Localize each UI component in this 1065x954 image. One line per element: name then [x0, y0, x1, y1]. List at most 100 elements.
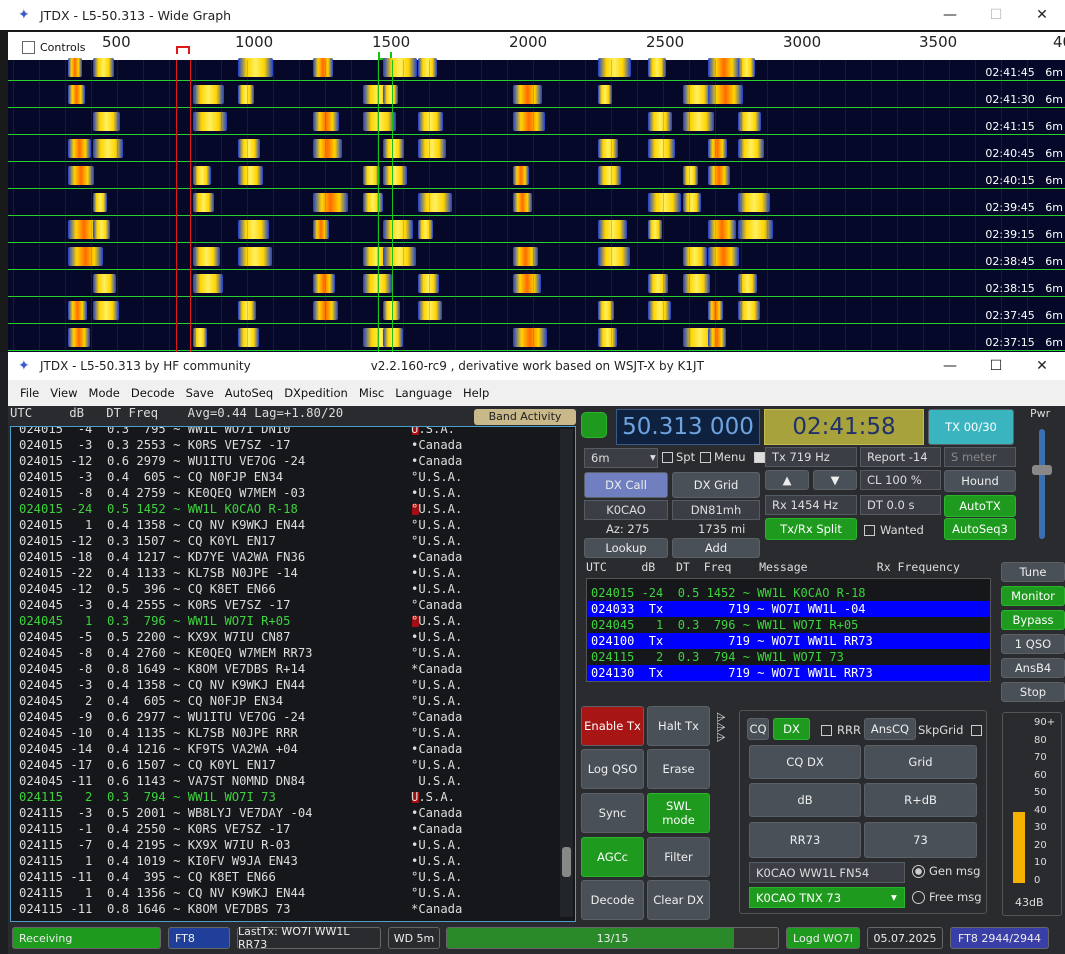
free-message-select[interactable]: K0CAO TNX 73: [749, 887, 905, 908]
controls-checkbox[interactable]: Controls: [22, 41, 86, 54]
menu-mode[interactable]: Mode: [89, 386, 120, 400]
band-activity-button[interactable]: Band Activity: [474, 409, 576, 425]
decode-row[interactable]: 024115 1 0.4 1019 ~ KI0FV W9JA EN43 •U.S.…: [11, 853, 575, 869]
bypass-button[interactable]: Bypass: [1001, 610, 1065, 630]
decode-row[interactable]: 024045 -12 0.5 396 ~ CQ K8ET EN66 •U.S.A.: [11, 581, 575, 597]
decode-row[interactable]: 024115 -7 0.4 2195 ~ KX9X W7IU R-03 •U.S.…: [11, 837, 575, 853]
clear-dx-button[interactable]: Clear DX: [647, 880, 710, 920]
grid-button[interactable]: Grid: [864, 745, 977, 779]
stop-button[interactable]: Stop: [1001, 682, 1065, 702]
decode-row[interactable]: 024015 -12 0.6 2979 ~ WU1ITU VE7OG -24 •C…: [11, 453, 575, 469]
tx-message-row[interactable]: 024100 Tx 719 ~ WO7I WW1L RR73: [587, 633, 990, 649]
decode-row[interactable]: 024015 -4 0.3 795 ~ WW1L WO7I DN10 U.S.A.: [11, 427, 575, 437]
maximize-icon[interactable]: ☐: [973, 7, 1019, 23]
power-slider-handle[interactable]: [1032, 465, 1052, 475]
decode-row[interactable]: 024115 -11 0.8 1646 ~ K8OM VE7DBS 73 *Can…: [11, 901, 575, 917]
agcc-button[interactable]: AGCc: [581, 837, 644, 877]
ansb4-button[interactable]: AnsB4: [1001, 658, 1065, 678]
dx-call-field[interactable]: K0CAO: [584, 500, 668, 520]
rrr-checkbox[interactable]: RRR: [821, 723, 861, 737]
free-msg-radio[interactable]: Free msg: [912, 890, 982, 904]
decode-row[interactable]: 024115 -11 0.4 395 ~ CQ K8ET EN66 °U.S.A.: [11, 869, 575, 885]
wanted-checkbox[interactable]: Wanted: [864, 523, 924, 537]
73-button[interactable]: 73: [864, 822, 977, 858]
scrollbar-thumb[interactable]: [562, 847, 571, 877]
chevron-down-icon[interactable]: ▾: [891, 890, 897, 904]
dx-call-button[interactable]: DX Call: [584, 472, 668, 498]
tx-rx-split-button[interactable]: Tx/Rx Split: [765, 518, 857, 540]
menu-decode[interactable]: Decode: [131, 386, 175, 400]
minimize-icon[interactable]: —: [927, 7, 973, 23]
decode-row[interactable]: 024045 -17 0.6 1507 ~ CQ K0YL EN17 °U.S.A…: [11, 757, 575, 773]
menu-view[interactable]: View: [50, 386, 77, 400]
rx-frequency-list[interactable]: 024015 -24 0.5 1452 ~ WW1L K0CAO R-18 024…: [586, 578, 991, 682]
maximize-icon[interactable]: ☐: [973, 358, 1019, 374]
menu-checkbox[interactable]: Menu: [700, 450, 765, 464]
decode-row[interactable]: 024045 -8 0.8 1649 ~ K8OM VE7DBS R+14 *Ca…: [11, 661, 575, 677]
hound-button[interactable]: Hound: [944, 470, 1016, 492]
decode-row[interactable]: 024045 -14 0.4 1216 ~ KF9TS VA2WA +04 •Ca…: [11, 741, 575, 757]
band-activity-list[interactable]: 024015 -4 0.3 795 ~ WW1L WO7I DN10 U.S.A.…: [10, 426, 576, 922]
tx-freq-up-button[interactable]: ▲: [765, 470, 809, 490]
gen-msg-radio[interactable]: Gen msg: [912, 864, 980, 878]
skpgrid-checkbox[interactable]: SkpGrid: [918, 723, 983, 737]
checkbox-icon[interactable]: [22, 41, 35, 54]
generated-message-field[interactable]: K0CAO WW1L FN54: [749, 862, 905, 883]
menu-help[interactable]: Help: [463, 386, 489, 400]
db-button[interactable]: dB: [749, 783, 861, 817]
waterfall-display[interactable]: 02:41:45 6m 02:41:30 6m 02:41:15 6m 02:40:4…: [8, 58, 1065, 352]
decode-row[interactable]: 024015 -24 0.5 1452 ~ WW1L K0CAO R-18 °U.…: [11, 501, 575, 517]
filter-button[interactable]: Filter: [647, 837, 710, 877]
sync-button[interactable]: Sync: [581, 793, 644, 833]
menu-language[interactable]: Language: [395, 386, 452, 400]
decode-button[interactable]: Decode: [581, 880, 644, 920]
menu-save[interactable]: Save: [186, 386, 214, 400]
tx-message-row[interactable]: 024130 Tx 719 ~ WO7I WW1L RR73: [587, 665, 990, 681]
decode-row[interactable]: 024115 2 0.3 794 ~ WW1L WO7I 73 U.S.A.: [11, 789, 575, 805]
report-field[interactable]: Report -14: [860, 447, 941, 467]
decode-row[interactable]: 024045 -5 0.5 2200 ~ KX9X W7IU CN87 •U.S.…: [11, 629, 575, 645]
swl-mode-button[interactable]: SWL mode: [647, 793, 710, 833]
tx-message-row[interactable]: 024033 Tx 719 ~ WO7I WW1L -04: [587, 601, 990, 617]
rx-message-row[interactable]: 024115 2 0.3 794 ~ WW1L WO7I 73: [587, 649, 990, 665]
r-db-button[interactable]: R+dB: [864, 783, 977, 817]
decode-row[interactable]: 024045 -11 0.6 1143 ~ VA7ST N0MND DN84 U…: [11, 773, 575, 789]
rx-message-row[interactable]: 024045 1 0.3 796 ~ WW1L WO7I R+05: [587, 617, 990, 633]
menu-autoseq[interactable]: AutoSeq: [225, 386, 273, 400]
close-icon[interactable]: ✕: [1019, 7, 1065, 23]
menu-misc[interactable]: Misc: [359, 386, 384, 400]
decode-row[interactable]: 024015 -18 0.4 1217 ~ KD7YE VA2WA FN36 •C…: [11, 549, 575, 565]
rx-frequency-field[interactable]: Rx 1454 Hz: [765, 495, 857, 515]
rr73-button[interactable]: RR73: [749, 822, 861, 858]
cl-field[interactable]: CL 100 %: [860, 470, 941, 490]
monitor-button[interactable]: Monitor: [1001, 586, 1065, 606]
decode-row[interactable]: 024015 -12 0.3 1507 ~ CQ K0YL EN17 °U.S.A…: [11, 533, 575, 549]
decode-row[interactable]: 024015 -22 0.4 1133 ~ KL7SB N0JPE -14 •U.…: [11, 565, 575, 581]
tx-freq-down-button[interactable]: ▼: [813, 470, 857, 490]
vertical-scrollbar[interactable]: [560, 429, 573, 917]
halt-tx-button[interactable]: Halt Tx: [647, 706, 710, 746]
log-qso-button[interactable]: Log QSO: [581, 749, 644, 789]
decode-row[interactable]: 024115 -1 0.4 2550 ~ K0RS VE7SZ -17 •Cana…: [11, 821, 575, 837]
decode-row[interactable]: 024045 -10 0.4 1135 ~ KL7SB N0JPE RRR °U.…: [11, 725, 575, 741]
decode-row[interactable]: 024045 -3 0.4 1358 ~ CQ NV K9WKJ EN44 °U.…: [11, 677, 575, 693]
close-icon[interactable]: ✕: [1019, 358, 1065, 374]
dt-field[interactable]: DT 0.0 s: [860, 495, 941, 515]
dx-button[interactable]: DX: [773, 718, 810, 740]
one-qso-button[interactable]: 1 QSO: [1001, 634, 1065, 654]
decode-row[interactable]: 024115 -3 0.5 2001 ~ WB8LYJ VE7DAY -04 •C…: [11, 805, 575, 821]
tx-period-button[interactable]: TX 00/30: [928, 409, 1014, 445]
power-slider-track[interactable]: [1039, 429, 1045, 539]
lookup-button[interactable]: Lookup: [584, 538, 668, 558]
cq-dx-button[interactable]: CQ DX: [749, 745, 861, 779]
dx-grid-field[interactable]: DN81mh: [672, 500, 760, 520]
spt-checkbox[interactable]: Spt: [662, 450, 695, 464]
tx-frequency-field[interactable]: Tx 719 Hz: [765, 447, 857, 467]
decode-row[interactable]: 024045 -9 0.6 2977 ~ WU1ITU VE7OG -24 °Ca…: [11, 709, 575, 725]
decode-row[interactable]: 024045 -3 0.4 2555 ~ K0RS VE7SZ -17 °Cana…: [11, 597, 575, 613]
decode-row[interactable]: 024015 -3 0.4 605 ~ CQ N0FJP EN34 °U.S.A.: [11, 469, 575, 485]
dx-grid-button[interactable]: DX Grid: [672, 472, 760, 498]
band-select[interactable]: 6m: [584, 448, 658, 468]
decode-row[interactable]: 024045 1 0.3 796 ~ WW1L WO7I R+05 °U.S.A.: [11, 613, 575, 629]
s-meter-field[interactable]: S meter: [944, 447, 1016, 467]
